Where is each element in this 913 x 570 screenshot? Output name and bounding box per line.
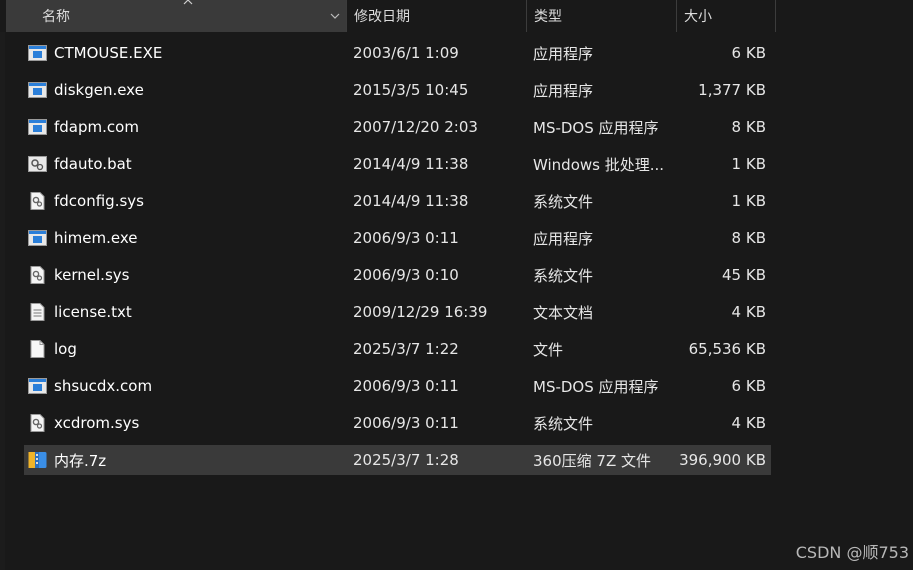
file-size: 65,536 KB [688, 340, 766, 358]
file-name: fdconfig.sys [54, 192, 144, 210]
file-type: MS-DOS 应用程序 [533, 118, 659, 137]
file-type: 360压缩 7Z 文件 [533, 451, 651, 470]
file-modified-date: 2006/9/3 0:11 [353, 229, 459, 247]
file-row[interactable]: fdauto.bat 2014/4/9 11:38 Windows 批处理... 1 … [24, 149, 771, 179]
file-size: 6 KB [731, 377, 766, 395]
file-row[interactable]: xcdrom.sys 2006/9/3 0:11 系统文件 4 KB [24, 408, 771, 438]
file-type: 应用程序 [533, 229, 594, 248]
exe-icon [28, 118, 47, 136]
file-type: 应用程序 [533, 44, 594, 63]
file-modified-date: 2006/9/3 0:11 [353, 414, 459, 432]
file-size: 1 KB [731, 192, 766, 210]
file-row[interactable]: 内存.7z 2025/3/7 1:28 360压缩 7Z 文件 396,900 KB [24, 445, 771, 475]
file-name: 内存.7z [54, 451, 107, 470]
file-size: 1 KB [731, 155, 766, 173]
file-name: xcdrom.sys [54, 414, 140, 432]
column-header-name-label: 名称 [42, 9, 70, 25]
file-size: 45 KB [722, 266, 766, 284]
file-type: 文本文档 [533, 303, 594, 322]
watermark: CSDN @顺753 [795, 543, 909, 562]
file-size: 8 KB [731, 229, 766, 247]
chevron-down-icon[interactable] [329, 10, 341, 22]
file-modified-date: 2006/9/3 0:11 [353, 377, 459, 395]
column-header-type-label: 类型 [534, 9, 562, 25]
file-type: MS-DOS 应用程序 [533, 377, 659, 396]
file-modified-date: 2006/9/3 0:10 [353, 266, 459, 284]
file-row[interactable]: license.txt 2009/12/29 16:39 文本文档 4 KB [24, 297, 771, 327]
file-type: 系统文件 [533, 266, 594, 285]
file-row[interactable]: diskgen.exe 2015/3/5 10:45 应用程序 1,377 KB [24, 75, 771, 105]
file-type: 系统文件 [533, 192, 594, 211]
file-modified-date: 2025/3/7 1:22 [353, 340, 459, 358]
file-row[interactable]: himem.exe 2006/9/3 0:11 应用程序 8 KB [24, 223, 771, 253]
column-header-date[interactable]: 修改日期 [346, 0, 526, 32]
file-size: 8 KB [731, 118, 766, 136]
file-name: CTMOUSE.EXE [54, 44, 163, 62]
file-row[interactable]: log 2025/3/7 1:22 文件 65,536 KB [24, 334, 771, 364]
file-size: 6 KB [731, 44, 766, 62]
column-divider[interactable] [775, 0, 776, 32]
file-size: 4 KB [731, 414, 766, 432]
file-modified-date: 2003/6/1 1:09 [353, 44, 459, 62]
file-size: 1,377 KB [698, 81, 766, 99]
sys-file-icon [28, 414, 47, 432]
file-name: fdapm.com [54, 118, 139, 136]
column-header-size[interactable]: 大小 [676, 0, 776, 32]
file-name: diskgen.exe [54, 81, 144, 99]
exe-icon [28, 44, 47, 62]
column-header-date-label: 修改日期 [354, 9, 410, 25]
file-type: Windows 批处理... [533, 155, 665, 174]
file-size: 4 KB [731, 303, 766, 321]
text-file-icon [28, 303, 47, 321]
file-type: 文件 [533, 340, 564, 359]
file-type: 应用程序 [533, 81, 594, 100]
file-modified-date: 2015/3/5 10:45 [353, 81, 469, 99]
file-row[interactable]: shsucdx.com 2006/9/3 0:11 MS-DOS 应用程序 6 KB [24, 371, 771, 401]
file-row[interactable]: kernel.sys 2006/9/3 0:10 系统文件 45 KB [24, 260, 771, 290]
file-name: fdauto.bat [54, 155, 132, 173]
file-name: kernel.sys [54, 266, 130, 284]
file-name: himem.exe [54, 229, 138, 247]
column-header-bar: 名称 修改日期 类型 大小 [0, 0, 913, 32]
file-modified-date: 2014/4/9 11:38 [353, 155, 469, 173]
column-header-type[interactable]: 类型 [526, 0, 676, 32]
blank-file-icon [28, 340, 47, 358]
bat-icon [28, 155, 47, 173]
file-row[interactable]: fdconfig.sys 2014/4/9 11:38 系统文件 1 KB [24, 186, 771, 216]
exe-icon [28, 81, 47, 99]
file-row[interactable]: CTMOUSE.EXE 2003/6/1 1:09 应用程序 6 KB [24, 38, 771, 68]
file-modified-date: 2014/4/9 11:38 [353, 192, 469, 210]
file-modified-date: 2009/12/29 16:39 [353, 303, 488, 321]
file-name: license.txt [54, 303, 132, 321]
file-modified-date: 2025/3/7 1:28 [353, 451, 459, 469]
file-modified-date: 2007/12/20 2:03 [353, 118, 478, 136]
file-row[interactable]: fdapm.com 2007/12/20 2:03 MS-DOS 应用程序 8 KB [24, 112, 771, 142]
column-header-size-label: 大小 [684, 9, 712, 25]
file-size: 396,900 KB [679, 451, 766, 469]
file-explorer-view: 名称 修改日期 类型 大小 CTMOUSE.EXE 2003/6/1 1:09 应用… [0, 0, 913, 570]
sys-file-icon [28, 192, 47, 210]
exe-icon [28, 229, 47, 247]
archive-icon [28, 451, 47, 469]
file-name: shsucdx.com [54, 377, 153, 395]
left-edge [0, 0, 5, 570]
file-name: log [54, 340, 77, 358]
sort-ascending-icon [183, 0, 193, 5]
sys-file-icon [28, 266, 47, 284]
column-header-name[interactable]: 名称 [6, 0, 346, 32]
file-type: 系统文件 [533, 414, 594, 433]
exe-icon [28, 377, 47, 395]
